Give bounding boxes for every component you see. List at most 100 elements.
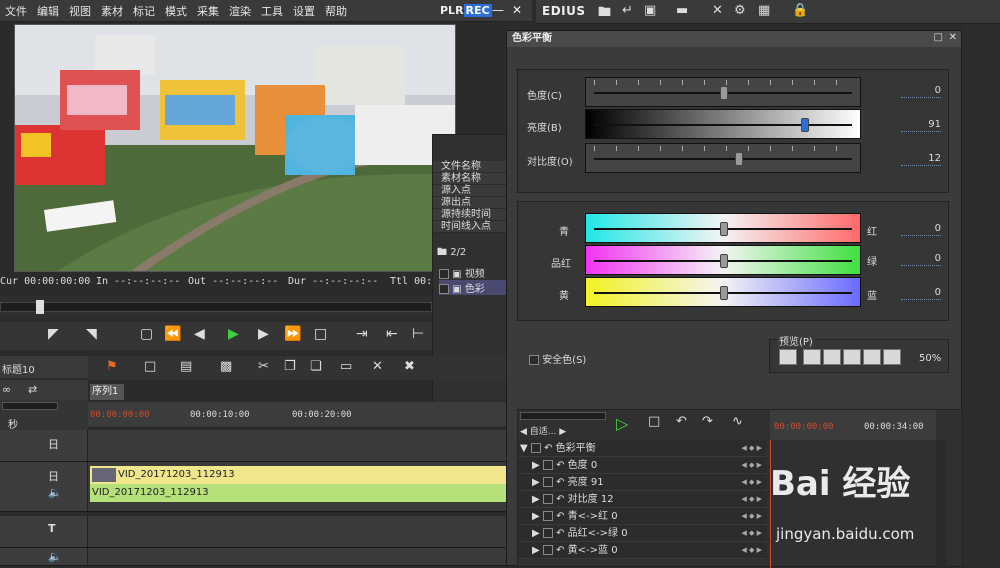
expand-icon[interactable]: ▶ — [518, 494, 540, 505]
scrub-handle[interactable] — [36, 300, 44, 314]
plr-label[interactable]: PLR — [440, 4, 464, 17]
kf-nav-icon[interactable]: ◀ ◆ ▶ — [741, 542, 762, 559]
slider-knob[interactable] — [720, 222, 728, 236]
menu-item[interactable]: 设置 — [288, 3, 320, 19]
kf-nav-icon[interactable]: ◀ ◆ ▶ — [741, 508, 762, 525]
slider-knob[interactable] — [720, 286, 728, 300]
folder-icon[interactable]: 🖿 — [598, 3, 611, 25]
preview-off-icon[interactable] — [779, 349, 797, 365]
overwrite-icon[interactable]: ⇤ — [386, 326, 398, 342]
sync-icon[interactable]: ⇄ — [28, 383, 37, 396]
tab-sequence[interactable]: 序列1 — [90, 384, 124, 400]
menu-item[interactable]: 素材 — [96, 3, 128, 19]
menu-item[interactable]: 视图 — [64, 3, 96, 19]
rec-label[interactable]: REC — [463, 4, 492, 17]
step-forward-icon[interactable]: ▶ — [258, 326, 269, 342]
kf-row[interactable]: ▶ ↶ 青<->红 0 ◀ ◆ ▶ — [518, 508, 766, 525]
slider-knob[interactable] — [720, 254, 728, 268]
slider-knob[interactable] — [800, 118, 809, 132]
expand-icon[interactable]: ▶ — [518, 460, 540, 471]
info-item-video[interactable]: ▣ 视频 — [439, 265, 509, 280]
save-icon[interactable]: ▩ — [220, 359, 232, 374]
rewind-icon[interactable]: ⏪ — [164, 326, 181, 342]
checkbox[interactable] — [439, 284, 449, 294]
expand-icon[interactable]: ▶ — [518, 528, 540, 539]
bin-icon[interactable]: ▣ — [644, 3, 656, 18]
kf-nav-icon[interactable]: ◀ ◆ ▶ — [741, 525, 762, 542]
preview-split-right-icon[interactable] — [843, 349, 861, 365]
info-item-color[interactable]: ▣ 色彩 — [439, 280, 509, 295]
minimize-icon[interactable]: — — [492, 3, 504, 17]
timeline-ruler[interactable]: 00:00:00:00 00:00:10:00 00:00:20:00 — [88, 402, 508, 428]
new-sequence-icon[interactable]: □ — [144, 359, 156, 374]
view-mode-icon[interactable]: ▦ — [758, 3, 770, 18]
track-icon[interactable]: ▬ — [676, 3, 688, 18]
menu-item[interactable]: 编辑 — [32, 3, 64, 19]
chroma-slider[interactable] — [585, 77, 861, 107]
menu-item[interactable]: 工具 — [256, 3, 288, 19]
kf-add-icon[interactable]: □ — [648, 414, 660, 429]
checkbox[interactable] — [542, 528, 553, 538]
restore-icon[interactable]: □ — [934, 32, 943, 43]
kf-row[interactable]: ▶ ↶ 黄<->蓝 0 ◀ ◆ ▶ — [518, 542, 766, 559]
lock-icon[interactable]: 🔒 — [792, 3, 808, 18]
expand-icon[interactable]: ▼ — [518, 443, 528, 454]
kf-row[interactable]: ▶ ↶ 亮度 91 ◀ ◆ ▶ — [518, 474, 766, 491]
paste-icon[interactable]: ❏ — [310, 359, 322, 374]
link-icon[interactable]: ∞ — [2, 383, 11, 396]
slider-knob[interactable] — [720, 86, 728, 100]
preview-split-left-icon[interactable] — [823, 349, 841, 365]
cyan-red-slider[interactable] — [585, 213, 861, 243]
brightness-slider[interactable] — [585, 109, 861, 139]
kf-scrollbar[interactable] — [936, 440, 946, 568]
slider-knob[interactable] — [735, 152, 744, 166]
speaker-icon[interactable]: 🔈 — [48, 486, 62, 499]
audio-clip[interactable]: VID_20171203_112913 — [90, 484, 508, 502]
magenta-green-slider[interactable] — [585, 245, 861, 275]
checkbox[interactable] — [542, 511, 553, 521]
checkbox[interactable] — [439, 269, 449, 279]
kf-ruler[interactable]: 00:00:00:00 00:00:34:00 — [770, 410, 936, 440]
marker-icon[interactable]: ⚑ — [106, 359, 118, 374]
zoom-slider[interactable] — [2, 402, 58, 410]
preview-split-bottom-icon[interactable] — [883, 349, 901, 365]
kf-prev-icon[interactable]: ↶ — [676, 414, 687, 429]
yellow-blue-slider[interactable] — [585, 277, 861, 307]
kf-nav-icon[interactable]: ◀ ◆ ▶ — [741, 457, 762, 474]
kf-row[interactable]: ▶ ↶ 品红<->绿 0 ◀ ◆ ▶ — [518, 525, 766, 542]
mark-in-icon[interactable]: ◤ — [48, 326, 59, 342]
trim-icon[interactable]: ⊢ — [412, 326, 424, 342]
kf-row[interactable]: ▶ ↶ 对比度 12 ◀ ◆ ▶ — [518, 491, 766, 508]
safe-color-option[interactable]: 安全色(S) — [529, 351, 586, 366]
cut-icon[interactable]: ✂ — [258, 359, 269, 374]
kf-next-icon[interactable]: ↷ — [702, 414, 713, 429]
close-icon[interactable]: ✕ — [512, 3, 522, 17]
checkbox[interactable] — [542, 545, 553, 555]
menu-item[interactable]: 文件 — [0, 3, 32, 19]
insert-icon[interactable]: ⇥ — [356, 326, 368, 342]
delete-icon[interactable]: ✕ — [712, 3, 723, 18]
loop-icon[interactable]: □ — [314, 326, 327, 342]
menu-item[interactable]: 帮助 — [320, 3, 352, 19]
kf-graph-icon[interactable]: ∿ — [732, 414, 743, 429]
safe-color-checkbox[interactable] — [529, 355, 539, 365]
preview-split-top-icon[interactable] — [863, 349, 881, 365]
step-back-icon[interactable]: ◀ — [194, 326, 205, 342]
kf-nav-icon[interactable]: ◀ ◆ ▶ — [741, 491, 762, 508]
checkbox[interactable] — [542, 477, 553, 487]
expand-icon[interactable]: ▶ — [518, 545, 540, 556]
play-icon[interactable]: ▶ — [228, 326, 239, 342]
replace-icon[interactable]: ▭ — [340, 359, 352, 374]
menu-item[interactable]: 标记 — [128, 3, 160, 19]
kf-nav-icon[interactable]: ◀ ◆ ▶ — [741, 474, 762, 491]
checkbox[interactable] — [542, 494, 553, 504]
ripple-delete-icon[interactable]: ✖ — [404, 359, 415, 374]
kf-zoom-slider[interactable] — [520, 412, 606, 420]
kf-play-icon[interactable]: ▷ — [616, 414, 628, 433]
video-clip[interactable]: VID_20171203_112913 — [90, 466, 508, 484]
close-icon[interactable]: ✕ — [949, 32, 957, 43]
scrub-bar[interactable] — [0, 302, 432, 312]
menu-item[interactable]: 采集 — [192, 3, 224, 19]
speaker-icon[interactable]: 🔈 — [48, 550, 62, 563]
checkbox[interactable] — [542, 460, 553, 470]
